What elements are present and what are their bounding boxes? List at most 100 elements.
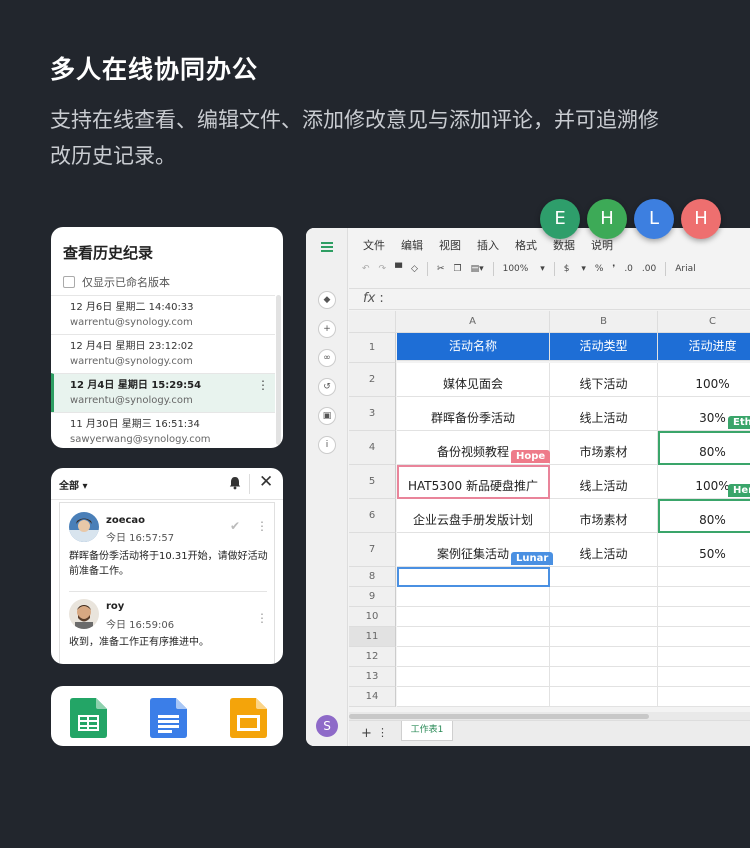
table-cell[interactable]: 市场素材 xyxy=(550,499,658,533)
column-header-b[interactable]: B xyxy=(550,311,658,333)
comment-filter-dropdown[interactable]: 全部 ▾ xyxy=(59,477,88,492)
collaborator-avatar[interactable]: L xyxy=(634,199,674,239)
paint-format-icon[interactable]: ▀ xyxy=(395,264,402,274)
table-cell[interactable]: 线下活动 xyxy=(550,363,658,397)
font-select[interactable]: Arial xyxy=(675,264,695,274)
menu-data[interactable]: 数据 xyxy=(553,237,575,253)
redo-icon[interactable]: ↷ xyxy=(379,264,387,274)
column-header-a[interactable]: A xyxy=(396,311,550,333)
menu-file[interactable]: 文件 xyxy=(363,237,385,253)
percent-button[interactable]: % xyxy=(595,264,604,274)
divider xyxy=(553,262,555,276)
hero-subtitle: 支持在线查看、编辑文件、添加修改意见与添加评论，并可追溯修改历史记录。 xyxy=(50,108,659,168)
menu-edit[interactable]: 编辑 xyxy=(401,237,423,253)
history-item[interactable]: 12 月4日 星期日 23:12:02 warrentu@synology.co… xyxy=(51,334,275,373)
menu-insert[interactable]: 插入 xyxy=(477,237,499,253)
row-header[interactable]: 4 xyxy=(349,431,396,465)
tag-icon[interactable]: ◆ xyxy=(318,291,336,309)
clear-format-icon[interactable]: ◇ xyxy=(411,264,418,274)
add-user-icon[interactable]: + xyxy=(318,320,336,338)
table-cell[interactable]: 市场素材 xyxy=(550,431,658,465)
table-cell-selected[interactable]: 80% xyxy=(658,499,750,533)
table-cell[interactable]: 线上活动 xyxy=(550,397,658,431)
table-cell-selected[interactable] xyxy=(397,567,550,587)
corner-cell[interactable] xyxy=(349,311,396,333)
more-options-icon[interactable]: ⋮ xyxy=(256,611,268,625)
history-item[interactable]: 11 月30日 星期三 16:51:34 sawyerwang@synology… xyxy=(51,412,275,448)
avatar xyxy=(69,512,99,542)
table-cell[interactable]: 媒体见面会 xyxy=(397,363,550,397)
named-versions-filter[interactable]: 仅显示已命名版本 xyxy=(63,274,170,290)
increase-decimal-button[interactable]: .00 xyxy=(642,264,656,274)
checkbox[interactable] xyxy=(63,276,75,288)
header-cell[interactable]: 活动类型 xyxy=(550,333,658,361)
header-cell[interactable]: 活动名称 xyxy=(397,333,550,361)
close-icon[interactable]: ✕ xyxy=(259,472,273,492)
horizontal-scrollbar[interactable] xyxy=(349,712,750,720)
docs-icon[interactable] xyxy=(150,698,187,738)
history-scrollbar[interactable] xyxy=(276,295,281,445)
row-header[interactable]: 6 xyxy=(349,499,396,533)
row-header[interactable]: 14 xyxy=(349,687,396,707)
menu-format[interactable]: 格式 xyxy=(515,237,537,253)
table-cell[interactable] xyxy=(658,567,750,587)
history-item-selected[interactable]: 12 月4日 星期日 15:29:54 warrentu@synology.co… xyxy=(51,373,275,412)
history-item[interactable]: 12 月6日 星期二 14:40:33 warrentu@synology.co… xyxy=(51,295,275,334)
column-header-c[interactable]: C xyxy=(658,311,750,333)
scroll-thumb[interactable] xyxy=(349,714,649,719)
empty-cells[interactable] xyxy=(397,587,750,707)
row-header[interactable]: 9 xyxy=(349,587,396,607)
row-header[interactable]: 5 xyxy=(349,465,396,499)
table-cell[interactable] xyxy=(550,567,658,587)
menu-help[interactable]: 说明 xyxy=(591,237,613,253)
slides-icon[interactable] xyxy=(230,698,267,738)
cut-icon[interactable]: ✂ xyxy=(437,264,445,274)
row-header[interactable]: 3 xyxy=(349,397,396,431)
row-header[interactable]: 10 xyxy=(349,607,396,627)
sheet-list-icon[interactable]: ⋮ xyxy=(377,726,388,739)
table-cell[interactable]: 群晖备份季活动 xyxy=(397,397,550,431)
table-cell-selected[interactable]: 80% xyxy=(658,431,750,465)
link-icon[interactable]: ∞ xyxy=(318,349,336,367)
header-cell[interactable]: 活动进度 xyxy=(658,333,750,361)
row-header[interactable]: 13 xyxy=(349,667,396,687)
more-options-icon[interactable]: ⋮ xyxy=(257,378,269,392)
table-cell[interactable]: 线上活动 xyxy=(550,465,658,499)
info-icon[interactable]: i xyxy=(318,436,336,454)
user-avatar[interactable]: S xyxy=(316,715,338,737)
decrease-decimal-button[interactable]: .0 xyxy=(624,264,633,274)
collaborator-avatar[interactable]: H xyxy=(587,199,627,239)
currency-button[interactable]: $ ▾ xyxy=(564,264,586,274)
table-cell-selected[interactable]: HAT5300 新品硬盘推广 xyxy=(397,465,550,499)
row-header[interactable]: 7 xyxy=(349,533,396,567)
menu-icon[interactable] xyxy=(318,238,336,256)
row-header[interactable]: 1 xyxy=(349,333,396,363)
paste-icon[interactable]: ▤▾ xyxy=(471,264,484,274)
lock-icon[interactable]: ▣ xyxy=(318,407,336,425)
row-header[interactable]: 8 xyxy=(349,567,396,587)
menu-view[interactable]: 视图 xyxy=(439,237,461,253)
copy-icon[interactable]: ❐ xyxy=(453,264,461,274)
grid-line xyxy=(657,587,658,707)
sheet-tab[interactable]: 工作表1 xyxy=(401,721,453,741)
zoom-select[interactable]: 100% ▾ xyxy=(503,264,545,274)
row-header[interactable]: 11 xyxy=(349,627,396,647)
comma-button[interactable]: ❜ xyxy=(612,264,615,274)
collaborator-avatar[interactable]: H xyxy=(681,199,721,239)
row-header[interactable]: 2 xyxy=(349,363,396,397)
table-cell[interactable]: 100% xyxy=(658,363,750,397)
spreadsheet-editor: ◆ + ∞ ↺ ▣ i S 文件 编辑 视图 插入 格式 数据 说明 ↶ ↷ ▀… xyxy=(306,228,750,746)
more-options-icon[interactable]: ⋮ xyxy=(256,519,268,533)
table-cell[interactable]: 50% xyxy=(658,533,750,567)
table-cell[interactable]: 企业云盘手册发版计划 xyxy=(397,499,550,533)
formula-bar[interactable]: fx : xyxy=(349,288,750,310)
resolve-check-icon[interactable]: ✔ xyxy=(230,519,240,533)
sheets-icon[interactable] xyxy=(70,698,107,738)
bell-icon[interactable] xyxy=(227,475,243,491)
collaborator-avatar[interactable]: E xyxy=(540,199,580,239)
history-icon[interactable]: ↺ xyxy=(318,378,336,396)
table-cell[interactable]: 线上活动 xyxy=(550,533,658,567)
row-header[interactable]: 12 xyxy=(349,647,396,667)
undo-icon[interactable]: ↶ xyxy=(362,264,370,274)
add-sheet-icon[interactable]: + xyxy=(361,726,372,741)
